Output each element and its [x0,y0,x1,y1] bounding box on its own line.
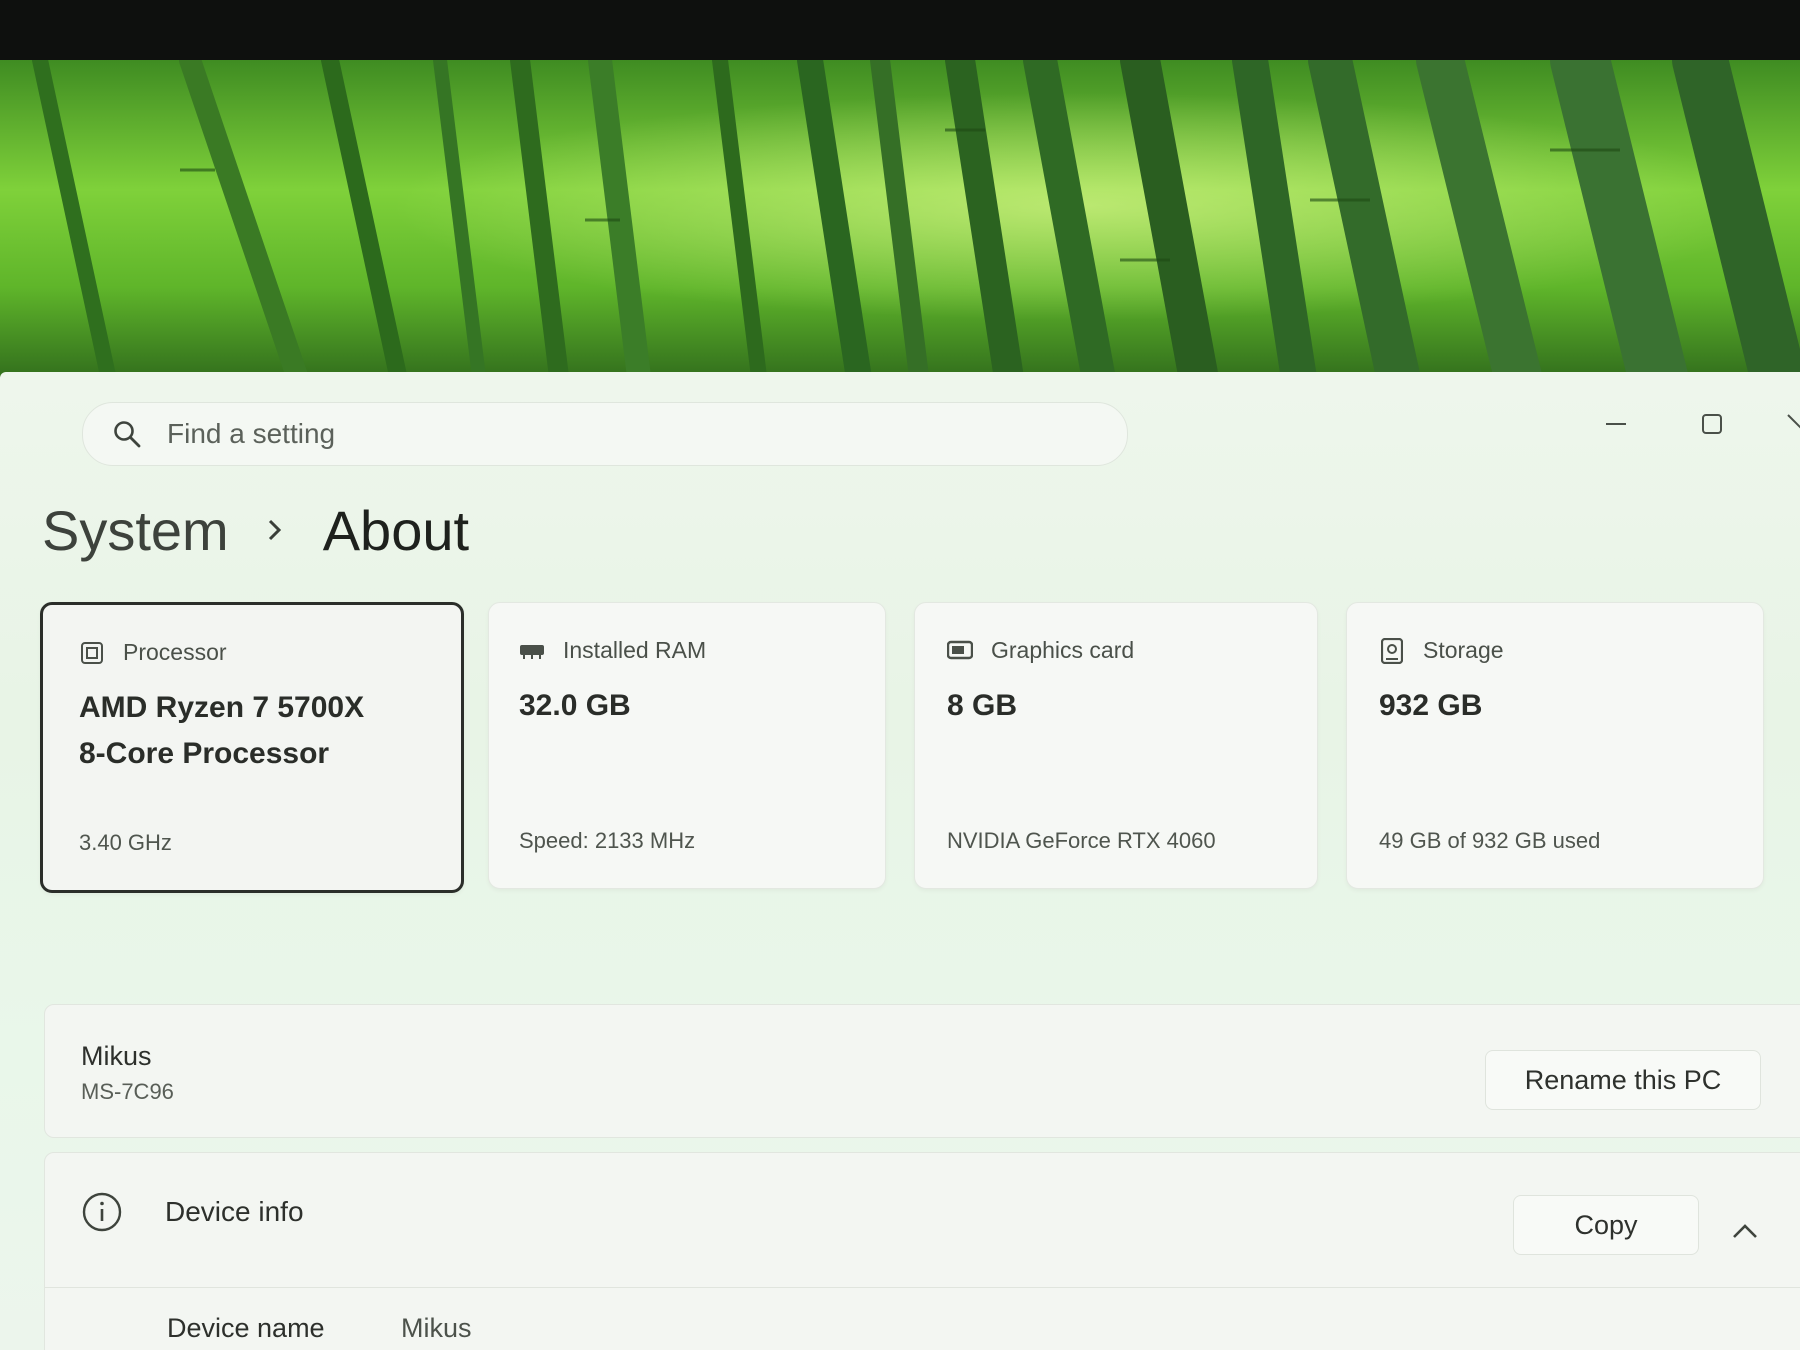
spec-label: Graphics card [991,637,1135,663]
pc-name-panel: Mikus MS-7C96 Rename this PC [44,1004,1800,1138]
rename-pc-button[interactable]: Rename this PC [1485,1050,1761,1110]
device-info-title: Device info [165,1196,304,1227]
spec-detail: NVIDIA GeForce RTX 4060 [947,828,1216,853]
search-box[interactable]: Find a setting [82,402,1128,466]
spec-value-line: 932 GB [1379,689,1483,722]
search-input[interactable]: Find a setting [167,418,335,450]
spec-value: 32.0 GB [519,683,631,729]
graphics-card-icon [947,638,973,664]
spec-label: Processor [123,639,227,665]
info-icon [81,1191,123,1233]
spec-detail: Speed: 2133 MHz [519,828,696,853]
spec-value: 932 GB [1379,683,1482,729]
chevron-right-icon [265,516,285,544]
spec-detail: 49 GB of 932 GB used [1379,828,1601,853]
maximize-icon [1702,414,1722,434]
spec-value-line: 8-Core Processor [79,737,330,770]
close-icon [1787,414,1800,429]
window-controls [1568,394,1800,454]
search-icon [107,414,147,454]
close-button[interactable] [1760,394,1800,454]
divider [45,1287,1800,1288]
processor-icon [79,640,105,666]
spec-card-ram[interactable]: Installed RAM 32.0 GB Speed: 2133 MHz [488,602,886,889]
settings-window: Find a setting System About Processor AM… [0,372,1800,1350]
chevron-up-icon[interactable] [1725,1211,1765,1251]
spec-value-line: 8 GB [947,689,1018,722]
spec-label: Storage [1423,637,1504,663]
breadcrumb-system[interactable]: System [42,498,229,563]
breadcrumb: System About [42,490,469,570]
spec-value-line: AMD Ryzen 7 5700X [79,691,365,724]
spec-value-line: 32.0 GB [519,689,631,722]
minimize-icon [1606,423,1626,425]
desktop-wallpaper [0,60,1800,385]
spec-value: AMD Ryzen 7 5700X 8-Core Processor [79,685,364,777]
spec-value: 8 GB [947,683,1017,729]
copy-button[interactable]: Copy [1513,1195,1699,1255]
spec-detail: 3.40 GHz [79,830,172,855]
ram-icon [519,638,545,664]
pc-model: MS-7C96 [81,1079,174,1104]
spec-card-storage[interactable]: Storage 932 GB 49 GB of 932 GB used [1346,602,1764,889]
device-info-value: Mikus [401,1313,472,1343]
bamboo-illustration [32,60,1800,385]
device-info-header[interactable]: Device info [81,1191,304,1233]
spec-card-graphics[interactable]: Graphics card 8 GB NVIDIA GeForce RTX 40… [914,602,1318,889]
spec-label: Installed RAM [563,637,707,663]
spec-card-processor[interactable]: Processor AMD Ryzen 7 5700X 8-Core Proce… [40,602,464,893]
maximize-button[interactable] [1664,394,1760,454]
minimize-button[interactable] [1568,394,1664,454]
screen-bezel [0,0,1800,60]
device-info-panel: Device info Copy Device name Mikus [44,1152,1800,1350]
device-info-key: Device name [167,1313,325,1343]
pc-name: Mikus [81,1041,152,1071]
page-title: About [322,498,470,562]
device-info-row: Device name Mikus [167,1313,472,1344]
storage-icon [1379,637,1405,664]
